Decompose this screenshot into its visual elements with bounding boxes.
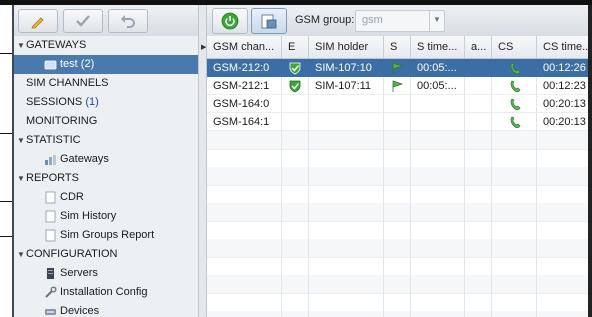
phone-icon xyxy=(510,62,521,75)
start-button[interactable] xyxy=(212,8,248,34)
sim-holder-cell: SIM-107:10 xyxy=(315,62,372,74)
table-row[interactable]: GSM-164:1 00:20:13 xyxy=(207,113,592,131)
s-time-cell: 00:05:... xyxy=(417,62,457,74)
sidebar-item-cdr[interactable]: CDR xyxy=(14,188,198,207)
chevron-down-icon: ▼ xyxy=(433,15,441,24)
gsm-channel-cell: GSM-212:0 xyxy=(213,62,270,74)
panel-splitter[interactable]: ▶ xyxy=(198,5,207,317)
sim-card-icon xyxy=(261,14,277,29)
left-toolbar xyxy=(14,5,198,37)
sidebar-item-label: test xyxy=(60,58,78,70)
gsm-channel-cell: GSM-164:1 xyxy=(213,116,270,128)
sim-holder-cell: SIM-107:11 xyxy=(315,80,372,92)
left-edge xyxy=(0,5,14,317)
column-header[interactable]: CS xyxy=(492,36,537,58)
collapse-caret-icon: ▼ xyxy=(17,41,25,50)
sidebar-item-sim-groups-report[interactable]: Sim Groups Report xyxy=(14,226,198,245)
sidebar-item-test[interactable]: test (2) xyxy=(14,55,198,74)
table-row[interactable]: GSM-212:1 SIM-107:11 00:05:... 00:12:23 xyxy=(207,77,592,95)
sidebar-item-label: SESSIONS xyxy=(26,96,83,108)
sidebar-item-reports[interactable]: ▼ REPORTS xyxy=(14,169,198,188)
document-icon xyxy=(45,191,56,204)
sidebar-item-devices[interactable]: Devices xyxy=(14,302,198,317)
wrench-icon xyxy=(45,286,57,298)
edit-button[interactable] xyxy=(18,9,58,33)
sidebar-item-sessions[interactable]: SESSIONS (1) xyxy=(14,93,198,112)
s-time-cell: 00:05:... xyxy=(417,80,457,92)
sim-holder-cell xyxy=(309,113,384,131)
gsm-channel-cell: GSM-164:0 xyxy=(213,98,270,110)
column-header[interactable]: S time... xyxy=(411,36,465,58)
column-header[interactable]: GSM chan... xyxy=(207,36,282,58)
column-header[interactable]: CS time... xyxy=(537,36,592,58)
gsm-group-select[interactable]: gsm ▼ xyxy=(355,10,445,32)
sim-holder-cell xyxy=(309,95,384,113)
pencil-icon xyxy=(31,17,44,29)
sidebar-item-statistic-gateways[interactable]: Gateways xyxy=(14,150,198,169)
cs-time-cell: 00:20:13 xyxy=(543,98,586,110)
apply-button[interactable] xyxy=(63,9,103,33)
undo-icon xyxy=(121,15,135,28)
sidebar-item-configuration[interactable]: ▼ CONFIGURATION xyxy=(14,245,198,264)
gsm-channels-table: GSM chan... E SIM holder S S time... a..… xyxy=(207,36,592,317)
server-icon xyxy=(47,268,54,279)
power-icon xyxy=(221,12,239,30)
sidebar-item-sim-channels[interactable]: SIM CHANNELS xyxy=(14,74,198,93)
main-toolbar: GSM group: gsm ▼ xyxy=(207,5,592,37)
phone-icon xyxy=(510,98,521,111)
checkmark-icon xyxy=(76,15,90,27)
cs-time-cell: 00:20:13 xyxy=(543,116,586,128)
dropdown-button[interactable]: ▼ xyxy=(429,11,444,31)
collapse-caret-icon: ▼ xyxy=(17,250,25,259)
table-header: GSM chan... E SIM holder S S time... a..… xyxy=(207,36,592,59)
enabled-check-icon xyxy=(289,80,301,93)
sidebar-tree: ▼ GATEWAYS test (2) SIM CHANNELS SESSION… xyxy=(14,36,198,317)
column-header[interactable]: E xyxy=(282,36,309,58)
signal-flag-icon xyxy=(392,62,404,74)
sidebar-item-sim-history[interactable]: Sim History xyxy=(14,207,198,226)
item-count-badge: (1) xyxy=(85,96,99,108)
sidebar-item-installation-config[interactable]: Installation Config xyxy=(14,283,198,302)
table-row[interactable]: GSM-164:0 00:20:13 xyxy=(207,95,592,113)
column-header[interactable]: SIM holder xyxy=(309,36,384,58)
bar-chart-icon xyxy=(45,155,56,165)
gsm-group-label: GSM group: xyxy=(295,14,355,26)
right-edge xyxy=(588,5,592,317)
sidebar-item-monitoring[interactable]: MONITORING xyxy=(14,112,198,131)
collapse-arrow-icon[interactable]: ▶ xyxy=(201,43,206,51)
sidebar-item-servers[interactable]: Servers xyxy=(14,264,198,283)
phone-icon xyxy=(510,116,521,129)
cs-time-cell: 00:12:23 xyxy=(543,80,586,92)
undo-button[interactable] xyxy=(108,9,148,33)
document-icon xyxy=(45,210,56,223)
s-time-cell xyxy=(411,95,465,113)
phone-icon xyxy=(510,80,521,93)
table-row[interactable]: GSM-212:0 SIM-107:10 00:05:... 00:12:26 xyxy=(207,59,592,77)
signal-flag-icon xyxy=(392,80,404,92)
collapse-caret-icon: ▼ xyxy=(17,174,25,183)
device-icon xyxy=(45,309,56,315)
column-header[interactable]: S xyxy=(384,36,411,58)
item-count-badge: (2) xyxy=(80,58,95,70)
sidebar-item-statistic[interactable]: ▼ STATISTIC xyxy=(14,131,198,150)
enabled-check-icon xyxy=(289,62,301,75)
column-header[interactable]: a... xyxy=(465,36,492,58)
gsm-channel-cell: GSM-212:1 xyxy=(213,80,270,92)
a-cell xyxy=(465,77,492,95)
gsm-group-value: gsm xyxy=(362,14,383,26)
a-cell xyxy=(465,59,492,77)
gateway-icon xyxy=(44,60,57,70)
sidebar-item-gateways[interactable]: ▼ GATEWAYS xyxy=(14,36,198,55)
cs-time-cell: 00:12:26 xyxy=(543,62,586,74)
document-icon xyxy=(45,229,56,242)
sim-view-button[interactable] xyxy=(251,8,287,34)
s-time-cell xyxy=(411,113,465,131)
collapse-caret-icon: ▼ xyxy=(17,136,25,145)
